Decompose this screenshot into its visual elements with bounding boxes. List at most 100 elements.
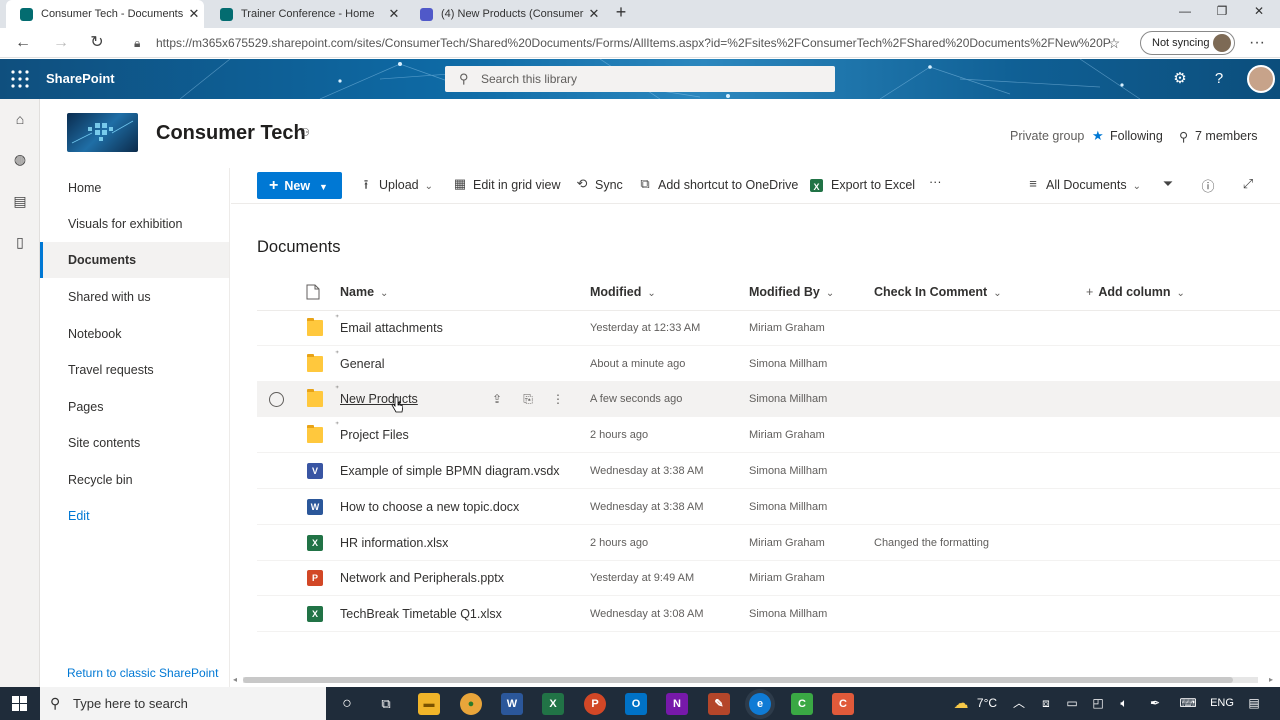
horizontal-scrollbar[interactable]: ◂ ▸ <box>231 675 1280 685</box>
row-select-radio[interactable] <box>269 392 284 407</box>
taskbar-search-input[interactable]: ⚲ Type here to search <box>40 687 326 720</box>
table-row[interactable]: ⁺ General About a minute ago Simona Mill… <box>257 346 1280 382</box>
onenote-icon[interactable]: N <box>666 693 688 715</box>
files-icon[interactable]: ▯ <box>10 234 30 254</box>
forward-icon[interactable]: → <box>50 32 72 54</box>
browser-menu-icon[interactable]: ··· <box>1246 32 1268 54</box>
weather-icon[interactable]: ☁ <box>950 687 972 720</box>
close-tab-icon[interactable]: ✕ <box>184 6 204 22</box>
maximize-icon[interactable]: ❐ <box>1207 4 1237 24</box>
close-tab-icon[interactable]: ✕ <box>384 6 404 22</box>
nav-item-visuals[interactable]: Visuals for exhibition <box>40 206 229 242</box>
item-name[interactable]: Network and Peripherals.pptx <box>340 560 504 596</box>
language-indicator[interactable]: ENG <box>1207 687 1237 720</box>
item-modified-by[interactable]: Miriam Graham <box>749 310 825 346</box>
battery-icon[interactable]: ▭ <box>1063 687 1081 720</box>
help-icon[interactable]: ? <box>1209 69 1229 89</box>
site-logo[interactable] <box>67 113 138 152</box>
item-modified-by[interactable]: Miriam Graham <box>749 560 825 596</box>
close-window-icon[interactable]: ✕ <box>1244 4 1274 24</box>
column-header-name[interactable]: Name ⌄ <box>340 285 388 299</box>
notifications-icon[interactable]: ▤ <box>1244 687 1264 720</box>
item-modified-by[interactable]: Miriam Graham <box>749 417 825 453</box>
item-name[interactable]: General <box>340 346 384 382</box>
file-explorer-icon[interactable]: ▬ <box>418 693 440 715</box>
scrollbar-thumb[interactable] <box>243 677 1233 683</box>
view-switcher[interactable]: All Documents ⌄ <box>1046 178 1141 192</box>
info-icon[interactable]: ⓘ <box>1200 176 1216 194</box>
share-icon[interactable]: ⇪ <box>488 390 506 408</box>
item-modified-by[interactable]: Simona Millham <box>749 596 827 632</box>
search-library-input[interactable]: ⚲ Search this library <box>445 66 835 92</box>
back-icon[interactable]: ← <box>12 32 34 54</box>
pen-icon[interactable]: ✒ <box>1146 687 1164 720</box>
favorites-star-icon[interactable]: ☆ <box>1103 32 1125 54</box>
browser-tab-1[interactable]: Consumer Tech - Documents - A ✕ <box>6 0 204 28</box>
site-title[interactable]: Consumer Tech <box>156 122 306 145</box>
scroll-left-icon[interactable]: ◂ <box>233 675 237 684</box>
table-row[interactable]: W How to choose a new topic.docx Wednesd… <box>257 489 1280 525</box>
item-name[interactable]: HR information.xlsx <box>340 525 448 561</box>
teams-icon[interactable]: ⚇ <box>300 126 315 141</box>
nav-item-recycle-bin[interactable]: Recycle bin <box>40 462 229 498</box>
table-row[interactable]: ⁺ Project Files 2 hours ago Miriam Graha… <box>257 417 1280 453</box>
nav-item-notebook[interactable]: Notebook <box>40 316 229 352</box>
filter-icon[interactable]: ⏷ <box>1160 176 1176 192</box>
table-row[interactable]: V Example of simple BPMN diagram.vsdx We… <box>257 453 1280 489</box>
item-name[interactable]: TechBreak Timetable Q1.xlsx <box>340 596 502 632</box>
cortana-icon[interactable]: ○ <box>336 693 358 715</box>
new-button[interactable]: + New ▼ <box>257 172 342 199</box>
nav-edit-link[interactable]: Edit <box>40 498 229 534</box>
browser-tab-3[interactable]: (4) New Products (Consumer Tec ✕ <box>406 0 604 28</box>
item-modified-by[interactable]: Simona Millham <box>749 489 827 525</box>
temperature-label[interactable]: 7°C <box>972 687 1002 720</box>
url-field[interactable]: 🔒︎ https://m365x675529.sharepoint.com/si… <box>130 31 1110 55</box>
home-icon[interactable]: ⌂ <box>10 111 30 131</box>
item-name[interactable]: Project Files <box>340 417 409 453</box>
table-row[interactable]: P Network and Peripherals.pptx Yesterday… <box>257 560 1280 596</box>
edit-grid-view-button[interactable]: Edit in grid view <box>473 178 561 192</box>
app-launcher-icon[interactable] <box>10 69 30 89</box>
add-shortcut-button[interactable]: Add shortcut to OneDrive <box>658 178 798 192</box>
close-tab-icon[interactable]: ✕ <box>584 6 604 22</box>
settings-gear-icon[interactable]: ⚙ <box>1170 69 1190 89</box>
add-column-button[interactable]: + Add column ⌄ <box>1086 285 1185 299</box>
news-icon[interactable]: ▤ <box>10 193 30 213</box>
table-row[interactable]: ⁺ Email attachments Yesterday at 12:33 A… <box>257 310 1280 346</box>
nav-item-travel-requests[interactable]: Travel requests <box>40 352 229 388</box>
item-modified-by[interactable]: Simona Millham <box>749 453 827 489</box>
volume-icon[interactable]: 🔈︎ <box>1115 687 1133 720</box>
item-name[interactable]: Email attachments <box>340 310 443 346</box>
nav-item-home[interactable]: Home <box>40 170 229 206</box>
item-modified-by[interactable]: Simona Millham <box>749 381 827 417</box>
nav-item-shared-with-us[interactable]: Shared with us <box>40 279 229 315</box>
snagit-icon[interactable]: C <box>832 693 854 715</box>
sharepoint-brand[interactable]: SharePoint <box>46 71 115 86</box>
expand-icon[interactable]: ⤢ <box>1240 176 1256 192</box>
scroll-right-icon[interactable]: ▸ <box>1269 675 1273 684</box>
excel-icon[interactable]: X <box>542 693 564 715</box>
account-avatar[interactable] <box>1247 65 1275 93</box>
column-header-modified[interactable]: Modified ⌄ <box>590 285 656 299</box>
upload-button[interactable]: Upload ⌄ <box>379 178 433 192</box>
table-row[interactable]: X HR information.xlsx 2 hours ago Miriam… <box>257 525 1280 561</box>
nav-item-documents[interactable]: Documents <box>40 242 229 278</box>
browser-tab-2[interactable]: Trainer Conference - Home ✕ <box>206 0 404 28</box>
more-actions-icon[interactable]: ⋮ <box>549 390 567 408</box>
meet-now-icon[interactable]: ⧈ <box>1037 687 1055 720</box>
show-hidden-icons-icon[interactable]: ︿ <box>1011 687 1027 720</box>
keyboard-icon[interactable]: ⌨ <box>1178 687 1198 720</box>
members-button[interactable]: 7 members <box>1195 129 1258 143</box>
column-header-modified-by[interactable]: Modified By ⌄ <box>749 285 834 299</box>
item-name[interactable]: New Products <box>340 381 418 417</box>
nav-item-pages[interactable]: Pages <box>40 389 229 425</box>
paint-app-icon[interactable]: ✎ <box>708 693 730 715</box>
refresh-icon[interactable]: ↻ <box>86 32 108 54</box>
camtasia-icon[interactable]: C <box>791 693 813 715</box>
copy-link-icon[interactable]: ⎘ <box>519 390 537 408</box>
star-filled-icon[interactable]: ★ <box>1092 128 1104 144</box>
task-view-icon[interactable]: ⧉ <box>375 693 397 715</box>
outlook-icon[interactable]: O <box>625 693 647 715</box>
profile-sync-button[interactable]: Not syncing <box>1140 31 1235 55</box>
table-row[interactable]: X TechBreak Timetable Q1.xlsx Wednesday … <box>257 596 1280 632</box>
